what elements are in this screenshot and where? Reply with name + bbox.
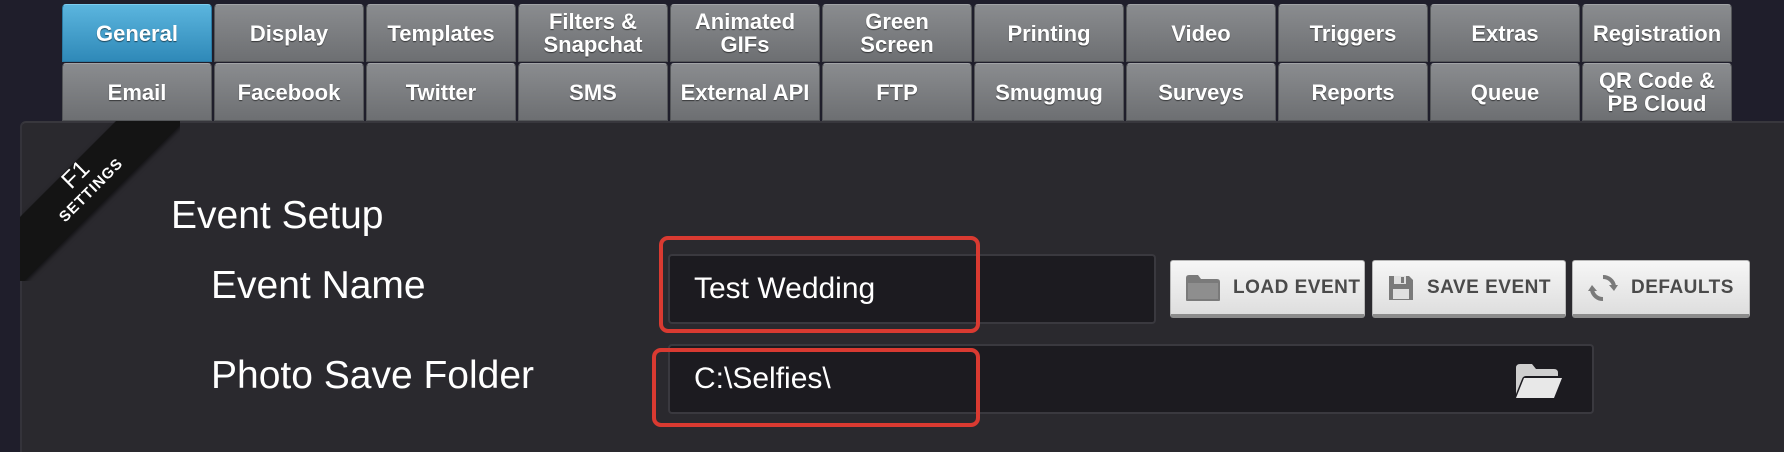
settings-ribbon: F1 SETTINGS <box>20 121 180 281</box>
tab-green-screen[interactable]: Green Screen <box>822 4 972 62</box>
tab-printing[interactable]: Printing <box>974 4 1124 62</box>
highlight-event-name <box>659 236 980 333</box>
photo-save-folder-label: Photo Save Folder <box>211 354 535 397</box>
tab-triggers[interactable]: Triggers <box>1278 4 1428 62</box>
refresh-icon <box>1588 274 1618 301</box>
tab-bar: General Display Templates Filters & Snap… <box>62 4 1732 121</box>
tab-sms[interactable]: SMS <box>518 63 668 121</box>
tab-general[interactable]: General <box>62 4 212 62</box>
tab-email[interactable]: Email <box>62 63 212 121</box>
tab-animated-gifs[interactable]: Animated GIFs <box>670 4 820 62</box>
tab-templates[interactable]: Templates <box>366 4 516 62</box>
folder-icon <box>1186 274 1220 301</box>
tab-twitter[interactable]: Twitter <box>366 63 516 121</box>
ribbon-banner: F1 SETTINGS <box>20 121 180 281</box>
load-event-label: LOAD EVENT <box>1233 276 1361 298</box>
defaults-label: DEFAULTS <box>1631 276 1734 298</box>
save-event-button[interactable]: SAVE EVENT <box>1372 260 1566 318</box>
tab-ftp[interactable]: FTP <box>822 63 972 121</box>
tab-smugmug[interactable]: Smugmug <box>974 63 1124 121</box>
tab-reports[interactable]: Reports <box>1278 63 1428 121</box>
tab-facebook[interactable]: Facebook <box>214 63 364 121</box>
tab-surveys[interactable]: Surveys <box>1126 63 1276 121</box>
tab-registration[interactable]: Registration <box>1582 4 1732 62</box>
tab-filters-snapchat[interactable]: Filters & Snapchat <box>518 4 668 62</box>
save-event-label: SAVE EVENT <box>1427 276 1551 298</box>
floppy-disk-icon <box>1389 275 1413 300</box>
load-event-button[interactable]: LOAD EVENT <box>1170 260 1365 318</box>
section-title: Event Setup <box>171 194 384 237</box>
tab-external-api[interactable]: External API <box>670 63 820 121</box>
tab-display[interactable]: Display <box>214 4 364 62</box>
event-name-label: Event Name <box>211 264 426 307</box>
tab-qr-code-pb-cloud[interactable]: QR Code & PB Cloud <box>1582 63 1732 121</box>
defaults-button[interactable]: DEFAULTS <box>1572 260 1750 318</box>
tab-video[interactable]: Video <box>1126 4 1276 62</box>
tab-queue[interactable]: Queue <box>1430 63 1580 121</box>
tab-extras[interactable]: Extras <box>1430 4 1580 62</box>
highlight-photo-folder <box>652 348 980 427</box>
folder-open-icon[interactable] <box>1514 362 1564 400</box>
